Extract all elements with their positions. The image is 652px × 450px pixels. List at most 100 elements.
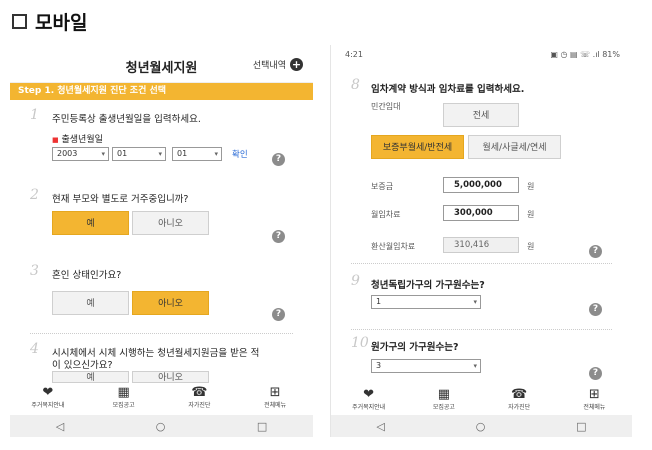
status-icons: ▣ ◷ ▤ ☏ .ıl 81% xyxy=(550,50,620,59)
calendar-icon: ▦ xyxy=(437,387,451,402)
question-text: 임차계약 방식과 임차료를 입력하세요. xyxy=(371,84,525,95)
nav-self-check[interactable]: ☎ 자가진단 xyxy=(489,387,549,411)
divider xyxy=(30,333,293,334)
yes-button[interactable]: 예 xyxy=(52,211,129,235)
help-icon[interactable]: ? xyxy=(589,245,602,258)
question-text: 주민등록상 출생년월일을 입력하세요. xyxy=(52,114,201,125)
self-check-icon: ☎ xyxy=(511,387,528,402)
monthly-rent-input[interactable]: 300,000 xyxy=(443,205,519,221)
help-icon[interactable]: ? xyxy=(589,367,602,380)
unit-label: 원 xyxy=(527,210,535,219)
bottom-nav: ❤ 주거복지안내 ▦ 모집공고 ☎ 자가진단 ⊞ 전체메뉴 xyxy=(331,387,632,415)
youth-household-size-value: 1 xyxy=(376,297,382,306)
nav-announcement[interactable]: ▦ 모집공고 xyxy=(94,385,154,409)
help-icon[interactable]: ? xyxy=(272,308,285,321)
nav-announcement[interactable]: ▦ 모집공고 xyxy=(414,387,474,411)
question-number: 8 xyxy=(351,77,360,93)
chevron-down-icon: ▾ xyxy=(473,298,477,306)
yes-button[interactable]: 예 xyxy=(52,291,129,315)
monthly-rent-button[interactable]: 월세/사글세/연세 xyxy=(468,135,561,159)
page-title: 모바일 xyxy=(35,12,88,34)
checkbox-square-icon xyxy=(12,14,27,29)
history-button[interactable]: 선택내역 + xyxy=(253,58,303,71)
yes-button[interactable]: 예 xyxy=(52,371,129,383)
plus-circle-icon: + xyxy=(290,58,303,71)
required-icon: ■ xyxy=(52,136,59,144)
nav-housing-welfare[interactable]: ❤ 주거복지안내 xyxy=(18,385,78,409)
question-2: 2 현재 부모와 별도로 거주중입니까? 예 아니오 ? xyxy=(10,187,313,247)
nav-label: 전체메뉴 xyxy=(583,404,606,411)
no-button[interactable]: 아니오 xyxy=(132,291,209,315)
question-text: 혼인 상태인가요? xyxy=(52,270,122,281)
recent-apps-icon[interactable]: □ xyxy=(576,420,586,433)
unit-label: 원 xyxy=(527,182,535,191)
birthdate-label: 출생년월일 xyxy=(61,135,103,145)
no-button[interactable]: 아니오 xyxy=(132,211,209,235)
step-bar: Step 1. 청년월세지원 진단 조건 선택 xyxy=(10,83,313,100)
nav-label: 주거복지안내 xyxy=(31,402,65,409)
home-icon[interactable]: ○ xyxy=(476,420,486,433)
question-text-line2: 이 있으신가요? xyxy=(52,360,113,371)
question-number: 4 xyxy=(30,341,39,357)
question-4: 4 시시체에서 시체 시행하는 청년월세지원금을 받은 적 이 있으신가요? 예… xyxy=(10,341,313,383)
calendar-icon: ▦ xyxy=(117,385,130,400)
home-icon[interactable]: ○ xyxy=(156,420,166,433)
birth-year-select[interactable]: 2003 ▾ xyxy=(52,147,109,161)
bottom-nav: ❤ 주거복지안내 ▦ 모집공고 ☎ 자가진단 ⊞ 전체메뉴 xyxy=(10,385,313,413)
divider xyxy=(351,263,612,264)
original-household-size-select[interactable]: 3 ▾ xyxy=(371,359,481,373)
chevron-down-icon: ▾ xyxy=(214,150,218,158)
original-household-size-value: 3 xyxy=(376,361,382,370)
question-text: 현재 부모와 별도로 거주중입니까? xyxy=(52,194,189,205)
question-text: 원가구의 가구원수는? xyxy=(371,342,459,353)
deposit-label: 보증금 xyxy=(371,182,394,191)
birth-month-select[interactable]: 01 ▾ xyxy=(112,147,166,161)
self-check-icon: ☎ xyxy=(191,385,208,400)
left-phone-screen: 청년월세지원 선택내역 + Step 1. 청년월세지원 진단 조건 선택 1 … xyxy=(10,45,313,437)
question-number: 10 xyxy=(351,335,369,351)
nav-self-check[interactable]: ☎ 자가진단 xyxy=(169,385,229,409)
no-button[interactable]: 아니오 xyxy=(132,371,209,383)
nav-housing-welfare[interactable]: ❤ 주거복지안내 xyxy=(339,387,399,411)
question-3: 3 혼인 상태인가요? 예 아니오 ? xyxy=(10,263,313,333)
converted-rent-output: 310,416 xyxy=(443,237,519,253)
jeonse-button[interactable]: 전세 xyxy=(443,103,519,127)
history-label: 선택내역 xyxy=(252,61,286,71)
help-icon[interactable]: ? xyxy=(589,303,602,316)
back-icon[interactable]: ◁ xyxy=(56,420,64,433)
question-10: 10 원가구의 가구원수는? 3 ▾ ? xyxy=(331,335,632,385)
heart-hand-icon: ❤ xyxy=(363,387,375,402)
question-number: 9 xyxy=(351,273,360,289)
birth-day-select[interactable]: 01 ▾ xyxy=(172,147,222,161)
status-bar: 4:21 ▣ ◷ ▤ ☏ .ıl 81% xyxy=(331,45,632,65)
help-icon[interactable]: ? xyxy=(272,153,285,166)
question-number: 3 xyxy=(30,263,39,279)
birth-month-value: 01 xyxy=(117,149,128,158)
question-text: 청년독립가구의 가구원수는? xyxy=(371,280,485,291)
chevron-down-icon: ▾ xyxy=(101,150,105,158)
deposit-monthly-button[interactable]: 보증부월세/반전세 xyxy=(371,135,464,159)
nav-label: 자가진단 xyxy=(188,402,211,409)
confirm-link[interactable]: 확인 xyxy=(232,148,248,160)
question-9: 9 청년독립가구의 가구원수는? 1 ▾ ? xyxy=(331,273,632,323)
question-number: 2 xyxy=(30,187,39,203)
help-icon[interactable]: ? xyxy=(272,230,285,243)
youth-household-size-select[interactable]: 1 ▾ xyxy=(371,295,481,309)
back-icon[interactable]: ◁ xyxy=(376,420,384,433)
system-nav-bar: ◁ ○ □ xyxy=(10,415,313,437)
nav-all-menu[interactable]: ⊞ 전체메뉴 xyxy=(564,387,624,411)
nav-all-menu[interactable]: ⊞ 전체메뉴 xyxy=(245,385,305,409)
question-8: 8 임차계약 방식과 임차료를 입력하세요. 민간임대 전세 보증부월세/반전세… xyxy=(331,77,632,287)
deposit-input[interactable]: 5,000,000 xyxy=(443,177,519,193)
nav-label: 모집공고 xyxy=(112,402,135,409)
page-header: 모바일 xyxy=(12,8,87,35)
question-number: 1 xyxy=(30,107,39,123)
chevron-down-icon: ▾ xyxy=(473,362,477,370)
app-header: 청년월세지원 선택내역 + xyxy=(10,45,313,83)
unit-label: 원 xyxy=(527,242,535,251)
recent-apps-icon[interactable]: □ xyxy=(257,420,267,433)
chevron-down-icon: ▾ xyxy=(158,150,162,158)
system-nav-bar: ◁ ○ □ xyxy=(331,415,632,437)
menu-icon: ⊞ xyxy=(269,385,281,400)
monthly-rent-label: 월임차료 xyxy=(371,210,401,219)
